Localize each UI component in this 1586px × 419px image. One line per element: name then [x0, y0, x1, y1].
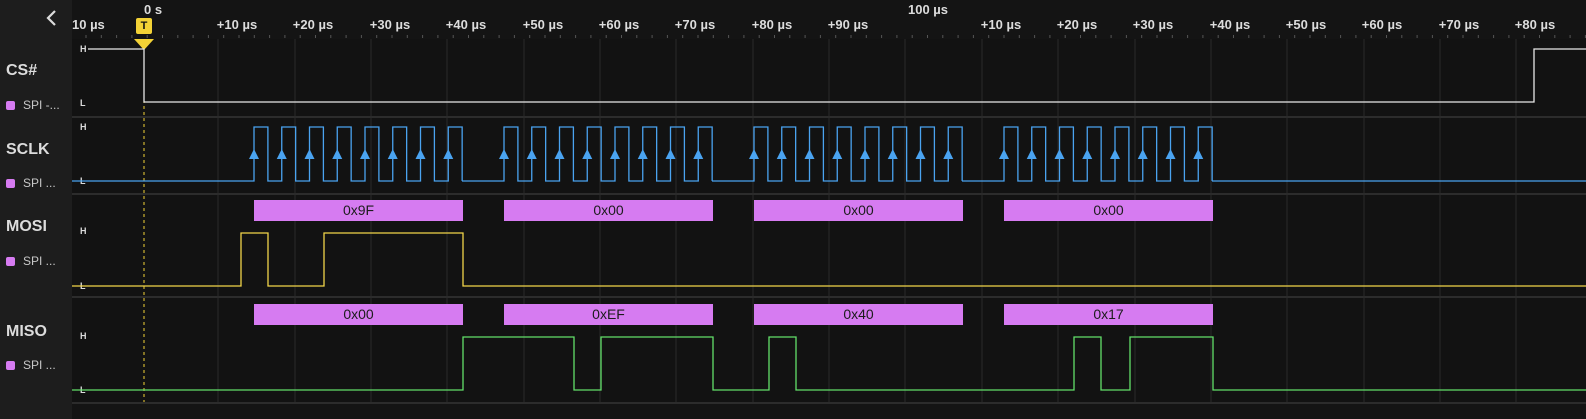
ruler-tick-label: +40 µs — [445, 17, 487, 32]
level-high-label: H — [80, 122, 87, 132]
ruler-tick-label: +50 µs — [1285, 17, 1327, 32]
ruler-tick-label: +30 µs — [1132, 17, 1174, 32]
ruler-tick-label: 10 µs — [72, 17, 105, 32]
ruler-major-label: 100 µs — [908, 2, 949, 17]
level-high-label: H — [80, 44, 87, 54]
ruler-tick-label: +80 µs — [751, 17, 793, 32]
ruler-tick-label: +80 µs — [1514, 17, 1556, 32]
ruler-tick-label: +40 µs — [1209, 17, 1251, 32]
ruler-tick-label: +20 µs — [1056, 17, 1098, 32]
ruler-tick-label: +50 µs — [522, 17, 564, 32]
ruler-tick-label: +20 µs — [292, 17, 334, 32]
ruler-tick-label: +70 µs — [674, 17, 716, 32]
decoded-byte-text: 0x00 — [1093, 202, 1124, 218]
decoded-byte-text: 0x9F — [343, 202, 374, 218]
ruler-tick-label: +90 µs — [827, 17, 869, 32]
decoded-byte-text: 0x00 — [343, 306, 374, 322]
level-low-label: L — [80, 98, 86, 108]
ruler-tick-label: +70 µs — [1438, 17, 1480, 32]
decoded-byte-text: 0x40 — [843, 306, 874, 322]
ruler-zero-label: 0 s — [144, 2, 163, 17]
ruler-tick-label: +30 µs — [369, 17, 411, 32]
trigger-marker-icon[interactable]: T — [136, 18, 152, 34]
decoded-byte-text: 0x17 — [1093, 306, 1124, 322]
level-high-label: H — [80, 331, 87, 341]
ruler-tick-label: +60 µs — [598, 17, 640, 32]
level-high-label: H — [80, 226, 87, 236]
ruler-tick-label: +10 µs — [980, 17, 1022, 32]
waveform-area[interactable]: HLHLHLHL0x9F 0x00 0x00 0x000x00 0xEF 0x40 0x17 — [0, 0, 1586, 419]
decoded-byte-text: 0x00 — [843, 202, 874, 218]
ruler-tick-label: +10 µs — [216, 17, 258, 32]
ruler-tick-label: +60 µs — [1361, 17, 1403, 32]
decoded-byte-text: 0x00 — [593, 202, 624, 218]
decoded-byte-text: 0xEF — [592, 306, 625, 322]
